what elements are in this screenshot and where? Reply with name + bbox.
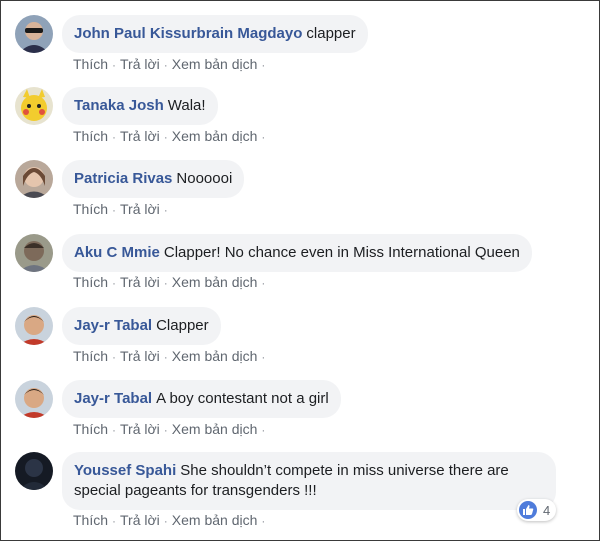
comment-author[interactable]: Aku C Mmie [74, 244, 160, 261]
see-translation-link[interactable]: Xem bản dịch [172, 348, 258, 364]
comment-bubble: Aku C Mmie Clapper! No chance even in Mis… [62, 234, 532, 272]
avatar[interactable] [15, 234, 53, 272]
reply-link[interactable]: Trả lời [120, 201, 160, 217]
comment-actions: Thích · Trả lời · Xem bản dịch · [73, 274, 269, 290]
like-link[interactable]: Thích [73, 512, 108, 528]
comment-author[interactable]: Tanaka Josh [74, 97, 164, 114]
see-translation-link[interactable]: Xem bản dịch [172, 56, 258, 72]
separator: · [112, 203, 117, 217]
separator: · [112, 350, 117, 364]
comment-bubble: Tanaka Josh Wala! [62, 87, 218, 125]
reply-link[interactable]: Trả lời [120, 128, 160, 144]
avatar[interactable] [15, 452, 53, 490]
like-link[interactable]: Thích [73, 128, 108, 144]
like-link[interactable]: Thích [73, 201, 108, 217]
separator: · [261, 276, 266, 290]
comment-actions: Thích · Trả lời · Xem bản dịch · [73, 421, 269, 437]
comment-text: Wala! [167, 97, 206, 114]
comment-text: Noooooi [176, 170, 233, 187]
reply-link[interactable]: Trả lời [120, 512, 160, 528]
reaction-count-value: 4 [543, 502, 551, 518]
comment-actions: Thích · Trả lời · [73, 201, 172, 217]
comment-bubble: Jay-r Tabal Clapper [62, 307, 221, 345]
avatar[interactable] [15, 160, 53, 198]
see-translation-link[interactable]: Xem bản dịch [172, 421, 258, 437]
comment-author[interactable]: Jay-r Tabal [74, 390, 152, 407]
comment-text: Clapper [156, 317, 209, 334]
comment-list: John Paul Kissurbrain Magdayo clapper Thí… [0, 0, 600, 541]
comment-bubble: Patricia Rivas Noooooi [62, 160, 245, 198]
avatar[interactable] [15, 87, 53, 125]
avatar[interactable] [15, 15, 53, 53]
separator: · [163, 203, 168, 217]
comment-actions: Thích · Trả lời · Xem bản dịch · [73, 512, 269, 528]
separator: · [261, 423, 266, 437]
comment-text: clapper [306, 25, 356, 42]
separator: · [112, 276, 117, 290]
separator: · [261, 514, 266, 528]
reply-link[interactable]: Trả lời [120, 56, 160, 72]
thumbs-up-icon [519, 501, 537, 519]
comment-actions: Thích · Trả lời · Xem bản dịch · [73, 348, 269, 364]
comment-author[interactable]: Jay-r Tabal [74, 317, 152, 334]
comment-bubble: John Paul Kissurbrain Magdayo clapper [62, 15, 368, 53]
like-link[interactable]: Thích [73, 56, 108, 72]
separator: · [163, 423, 168, 437]
separator: · [163, 276, 168, 290]
comment-bubble: Youssef Spahi She shouldn’t compete in mi… [62, 452, 556, 510]
like-link[interactable]: Thích [73, 348, 108, 364]
separator: · [163, 514, 168, 528]
separator: · [261, 130, 266, 144]
separator: · [112, 130, 117, 144]
separator: · [163, 58, 168, 72]
comment-author[interactable]: John Paul Kissurbrain Magdayo [74, 25, 302, 42]
avatar[interactable] [15, 380, 53, 418]
separator: · [112, 423, 117, 437]
reaction-count[interactable]: 4 [517, 499, 557, 521]
separator: · [261, 350, 266, 364]
comment-author[interactable]: Patricia Rivas [74, 170, 172, 187]
reply-link[interactable]: Trả lời [120, 348, 160, 364]
comment-author[interactable]: Youssef Spahi [74, 462, 176, 479]
reply-link[interactable]: Trả lời [120, 421, 160, 437]
separator: · [163, 130, 168, 144]
comment-text: A boy contestant not a girl [156, 390, 329, 407]
separator: · [163, 350, 168, 364]
like-link[interactable]: Thích [73, 274, 108, 290]
see-translation-link[interactable]: Xem bản dịch [172, 128, 258, 144]
see-translation-link[interactable]: Xem bản dịch [172, 512, 258, 528]
avatar[interactable] [15, 307, 53, 345]
separator: · [261, 58, 266, 72]
comment-text: Clapper! No chance even in Miss Internat… [163, 244, 520, 261]
comment-bubble: Jay-r Tabal A boy contestant not a girl [62, 380, 341, 418]
reply-link[interactable]: Trả lời [120, 274, 160, 290]
separator: · [112, 514, 117, 528]
like-link[interactable]: Thích [73, 421, 108, 437]
comment-actions: Thích · Trả lời · Xem bản dịch · [73, 128, 269, 144]
separator: · [112, 58, 117, 72]
see-translation-link[interactable]: Xem bản dịch [172, 274, 258, 290]
comment-actions: Thích · Trả lời · Xem bản dịch · [73, 56, 269, 72]
